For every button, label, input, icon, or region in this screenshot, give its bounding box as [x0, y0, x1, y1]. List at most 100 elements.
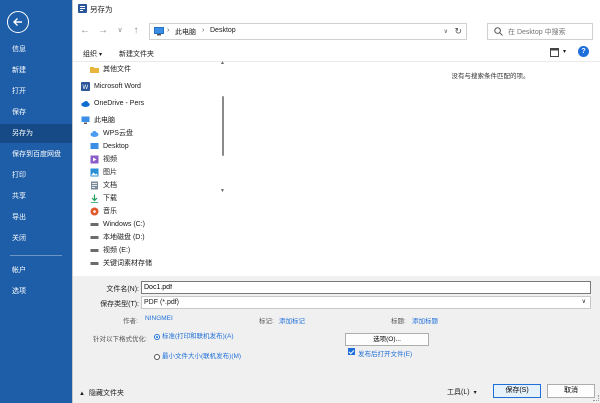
- chevron-down-icon[interactable]: ∨: [444, 28, 448, 35]
- backstage-info[interactable]: 信息: [0, 40, 72, 59]
- backstage-export[interactable]: 导出: [0, 208, 72, 227]
- view-options-icon[interactable]: [550, 48, 559, 57]
- nav-item-label: 视频: [103, 156, 117, 163]
- dialog-title: 另存为: [90, 5, 113, 14]
- navigation-scrollbar[interactable]: ▲ ▼: [220, 60, 225, 194]
- recent-locations-icon[interactable]: ∨: [114, 25, 126, 37]
- nav-item-label: 视频 (E:): [103, 247, 131, 254]
- file-list[interactable]: 没有与搜索条件匹配的项。: [230, 62, 600, 274]
- scroll-down-icon[interactable]: ▼: [220, 188, 225, 194]
- scrollbar-thumb[interactable]: [222, 96, 224, 156]
- radio-minimum-size-label[interactable]: 最小文件大小(联机发布)(M): [162, 353, 242, 361]
- help-icon[interactable]: ?: [578, 46, 589, 57]
- up-arrow-icon[interactable]: ↑: [130, 25, 142, 37]
- nav-item-label: 其他文件: [103, 66, 131, 73]
- backstage-save[interactable]: 保存: [0, 103, 72, 122]
- organize-label: 组织: [83, 51, 97, 58]
- nav-item-downloads[interactable]: 下载: [81, 192, 221, 205]
- organize-menu[interactable]: 组织 ▾: [83, 49, 102, 59]
- scroll-up-icon[interactable]: ▲: [220, 60, 225, 66]
- filename-input[interactable]: [141, 281, 591, 294]
- folder-icon: [90, 67, 99, 73]
- tools-menu[interactable]: 工具(L) ▾: [447, 387, 477, 397]
- nav-item-videos[interactable]: 视频: [81, 153, 221, 166]
- nav-item-microsoft-word[interactable]: W Microsoft Word: [81, 80, 221, 93]
- breadcrumb-separator-icon: ›: [167, 27, 170, 34]
- address-bar[interactable]: › 此电脑 › Desktop ∨ ↻: [149, 23, 467, 40]
- documents-icon: [91, 181, 98, 190]
- desktop-icon: [90, 143, 99, 149]
- save-as-dialog: 另存为 ← → ∨ ↑ › 此电脑 › Desktop ∨ ↻ 组织 ▾ 新建文…: [72, 0, 600, 403]
- open-after-publish-label[interactable]: 发布后打开文件(E): [358, 348, 412, 358]
- search-box: [487, 23, 593, 40]
- chevron-down-icon[interactable]: ▾: [563, 48, 566, 55]
- drive-icon: [90, 223, 99, 226]
- nav-item-label: 此电脑: [94, 117, 115, 124]
- optimize-label: 针对以下格式优化:: [93, 336, 147, 343]
- search-input[interactable]: [508, 26, 590, 38]
- backstage-save-to-baidu[interactable]: 保存到百度网盘: [0, 145, 72, 164]
- add-title-link[interactable]: 添加标题: [412, 315, 438, 325]
- options-button[interactable]: 选项(O)...: [345, 333, 429, 346]
- backstage-account[interactable]: 帐户: [0, 261, 72, 280]
- breadcrumb-this-pc[interactable]: 此电脑: [175, 27, 196, 37]
- download-icon: [91, 194, 98, 203]
- drive-icon: [90, 249, 99, 252]
- cloud-icon: [81, 101, 90, 107]
- nav-item-onedrive[interactable]: OneDrive - Pers: [81, 97, 221, 110]
- nav-item-label: 关键词素材存储: [103, 260, 152, 267]
- nav-item-documents[interactable]: 文档: [81, 179, 221, 192]
- nav-item-pictures[interactable]: 图片: [81, 166, 221, 179]
- chevron-up-icon: ▲: [79, 391, 85, 397]
- dialog-titlebar: 另存为: [73, 0, 600, 18]
- drive-icon: [90, 262, 99, 265]
- resize-grip-icon[interactable]: [593, 395, 599, 401]
- radio-standard[interactable]: [154, 334, 160, 340]
- nav-item-music[interactable]: 音乐: [81, 205, 221, 218]
- nav-item-desktop[interactable]: Desktop: [81, 140, 221, 153]
- new-folder-button[interactable]: 新建文件夹: [119, 49, 154, 59]
- refresh-icon[interactable]: ↻: [454, 26, 462, 37]
- back-arrow-icon[interactable]: ←: [79, 25, 91, 37]
- backstage-divider: [10, 255, 62, 256]
- computer-icon: [154, 27, 164, 36]
- hide-folders-label: 隐藏文件夹: [88, 390, 124, 397]
- nav-item-label: OneDrive - Pers: [94, 100, 145, 107]
- word-app-icon: [78, 4, 87, 13]
- filetype-select[interactable]: PDF (*.pdf) ∨: [141, 296, 591, 309]
- backstage-close[interactable]: 关闭: [0, 229, 72, 248]
- breadcrumb-desktop[interactable]: Desktop: [210, 27, 236, 34]
- nav-item-drive-d[interactable]: 本地磁盘 (D:): [81, 231, 221, 244]
- open-after-publish-checkbox[interactable]: [348, 348, 355, 355]
- save-button[interactable]: 保存(S): [493, 384, 541, 398]
- nav-item-label: 本地磁盘 (D:): [103, 234, 145, 241]
- backstage-open[interactable]: 打开: [0, 82, 72, 101]
- hide-folders-toggle[interactable]: ▲ 隐藏文件夹: [79, 388, 124, 398]
- empty-results-message: 没有与搜索条件匹配的项。: [451, 73, 530, 80]
- radio-standard-label[interactable]: 标准(打印和联机发布)(A): [162, 333, 242, 341]
- nav-item-label: Windows (C:): [103, 221, 146, 228]
- backstage-save-as[interactable]: 另存为: [0, 124, 72, 143]
- nav-item-drive-keyword-storage[interactable]: 关键词素材存储: [81, 257, 221, 270]
- nav-item-drive-c[interactable]: Windows (C:): [81, 218, 221, 231]
- chevron-down-icon: ▾: [473, 390, 477, 396]
- nav-item-wps-cloud[interactable]: WPS云盘: [81, 127, 221, 140]
- nav-item-this-pc[interactable]: 此电脑: [81, 114, 221, 127]
- backstage-print[interactable]: 打印: [0, 166, 72, 185]
- nav-item-other-files[interactable]: 其他文件: [81, 63, 221, 76]
- cancel-button[interactable]: 取消: [547, 384, 595, 398]
- backstage-new[interactable]: 新建: [0, 61, 72, 80]
- add-tags-link[interactable]: 添加标记: [279, 315, 305, 325]
- navigation-bar: ← → ∨ ↑ › 此电脑 › Desktop ∨ ↻: [73, 18, 600, 44]
- author-value[interactable]: NINGMEI: [145, 315, 173, 322]
- nav-item-label: Microsoft Word: [94, 83, 141, 90]
- backstage-options[interactable]: 选项: [0, 282, 72, 301]
- radio-minimum-size[interactable]: [154, 354, 160, 360]
- nav-item-drive-e[interactable]: 视频 (E:): [81, 244, 221, 257]
- computer-icon: [81, 116, 90, 124]
- back-button[interactable]: [7, 11, 29, 33]
- forward-arrow-icon[interactable]: →: [97, 25, 109, 37]
- nav-item-label: 图片: [103, 169, 117, 176]
- nav-item-label: 音乐: [103, 208, 117, 215]
- backstage-share[interactable]: 共享: [0, 187, 72, 206]
